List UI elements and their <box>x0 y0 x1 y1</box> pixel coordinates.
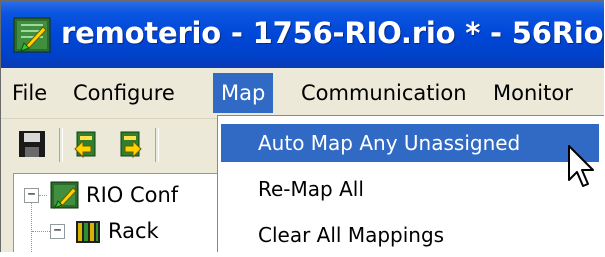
menu-item-clear-all-mappings[interactable]: Clear All Mappings <box>221 216 599 252</box>
mouse-cursor-icon <box>568 145 594 187</box>
menu-item-label: Clear All Mappings <box>258 223 445 247</box>
title-bar[interactable]: remoterio - 1756-RIO.rio * - 56RioCfgS <box>1 1 604 68</box>
upload-icon[interactable] <box>69 127 103 161</box>
menu-map[interactable]: Map <box>213 73 274 113</box>
menu-configure[interactable]: Configure <box>65 73 183 113</box>
menu-item-re-map-all[interactable]: Re-Map All <box>221 170 599 208</box>
menu-monitor[interactable]: Monitor <box>485 73 581 113</box>
menu-bar: File Configure Map Communication Monitor <box>1 68 604 119</box>
tree-item-rio-config[interactable]: − RIO Conf <box>14 178 214 212</box>
save-icon[interactable] <box>15 127 49 161</box>
menu-item-auto-map[interactable]: Auto Map Any Unassigned <box>221 124 599 162</box>
map-menu-dropdown: Auto Map Any Unassigned Re-Map All Clear… <box>217 115 604 252</box>
toolbar-separator <box>59 128 63 162</box>
rio-config-icon <box>50 181 79 209</box>
rack-icon <box>76 221 100 243</box>
tree-connector <box>39 195 47 196</box>
rio-app-icon <box>13 17 51 53</box>
tree-connector <box>32 231 52 232</box>
application-window: remoterio - 1756-RIO.rio * - 56RioCfgS F… <box>0 0 604 252</box>
toolbar-separator <box>155 128 159 162</box>
menu-communication[interactable]: Communication <box>293 73 475 113</box>
collapse-icon[interactable]: − <box>24 188 39 203</box>
menu-item-label: Re-Map All <box>258 177 364 201</box>
menu-item-label: Auto Map Any Unassigned <box>258 131 521 155</box>
tree-label: RIO Conf <box>86 183 179 207</box>
tree-label: Rack <box>108 219 159 243</box>
collapse-icon[interactable]: − <box>50 224 65 239</box>
menu-file[interactable]: File <box>4 73 55 113</box>
download-icon[interactable] <box>113 127 147 161</box>
window-title: remoterio - 1756-RIO.rio * - 56RioCfgS <box>61 16 604 50</box>
tree-item-rack[interactable]: − Rack <box>14 214 214 248</box>
